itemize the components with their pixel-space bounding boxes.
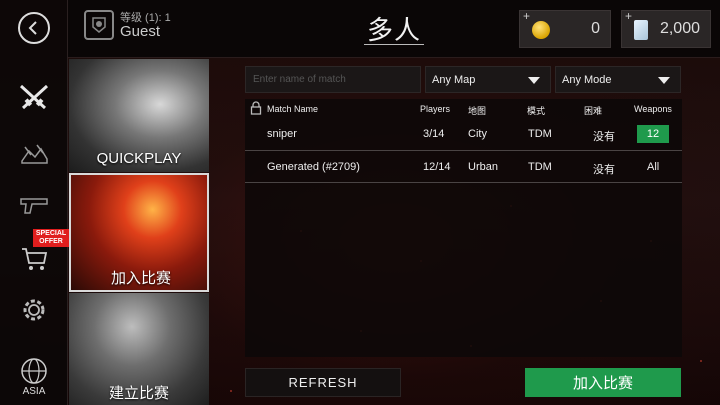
pistol-icon (20, 198, 48, 214)
match-mode: TDM (528, 128, 552, 140)
region-label: ASIA (22, 386, 46, 397)
match-search-field[interactable] (245, 66, 421, 93)
mode-label: 建立比赛 (108, 385, 169, 402)
player-name: Guest (120, 23, 161, 40)
globe-icon (21, 358, 47, 384)
match-difficulty: 没有 (593, 131, 615, 143)
add-cards-icon: + (625, 9, 633, 23)
map-select-value: Any Map (432, 74, 476, 86)
match-map: City (468, 128, 487, 140)
lock-icon (250, 101, 262, 115)
back-button[interactable] (18, 12, 50, 44)
nav-region[interactable] (0, 356, 68, 386)
card-value: 2,000 (659, 20, 700, 37)
nav-armory[interactable] (0, 186, 68, 222)
column-header-map[interactable]: 地图 (468, 104, 486, 117)
chevron-down-icon (658, 77, 670, 84)
match-players: 3/14 (423, 128, 445, 140)
column-header-name[interactable]: Match Name (267, 104, 318, 114)
match-row[interactable]: sniper 3/14 City TDM 没有 12 (245, 119, 682, 151)
ember (700, 360, 702, 362)
card-icon (634, 20, 648, 40)
coin-value: 0 (591, 20, 600, 37)
column-header-weapons[interactable]: Weapons (634, 104, 672, 114)
column-header-difficulty[interactable]: 困难 (584, 104, 602, 117)
match-row[interactable]: Generated (#2709) 12/14 Urban TDM 没有 All (245, 151, 682, 183)
match-mode: TDM (528, 161, 552, 173)
nav-missions[interactable] (0, 134, 68, 174)
special-offer-badge: SPECIAL OFFER (33, 229, 69, 247)
match-search-input[interactable] (246, 67, 420, 92)
match-name: Generated (#2709) (267, 161, 360, 173)
top-bar: 等级 (1): 1 Guest 多人 + 0 + 2,000 (68, 0, 720, 58)
match-weapons: All (647, 161, 660, 173)
left-rail: SPECIAL OFFER ASIA (0, 0, 69, 405)
column-header-mode[interactable]: 模式 (527, 104, 545, 117)
map-select[interactable]: Any Map (425, 66, 551, 93)
skull-emblem-icon (92, 17, 106, 33)
rank-emblem (84, 10, 114, 40)
chevron-left-icon (28, 21, 37, 35)
add-coins-icon: + (523, 9, 531, 23)
match-name: sniper (267, 128, 297, 140)
mode-create-match[interactable]: 建立比赛 (69, 293, 209, 405)
mode-join-match[interactable]: 加入比赛 (69, 173, 209, 292)
title-underline (364, 44, 424, 45)
card-balance[interactable]: + 2,000 (621, 9, 711, 48)
mode-label: QUICKPLAY (96, 150, 182, 167)
mode-quickplay[interactable]: QUICKPLAY (69, 59, 209, 172)
column-header-players[interactable]: Players (420, 104, 450, 114)
coin-balance[interactable]: + 0 (519, 9, 611, 48)
nav-multiplayer[interactable] (0, 74, 68, 120)
ember (230, 390, 232, 392)
join-match-button[interactable]: 加入比赛 (525, 368, 681, 397)
mode-label: 加入比赛 (110, 270, 171, 287)
gear-icon (23, 299, 45, 321)
match-weapons-badge: 12 (637, 125, 669, 143)
profile-summary[interactable]: 等级 (1): 1 Guest (84, 10, 171, 40)
match-map: Urban (468, 161, 498, 173)
mode-select[interactable]: Any Mode (555, 66, 681, 93)
match-difficulty: 没有 (593, 164, 615, 176)
chevron-down-icon (528, 77, 540, 84)
nav-settings[interactable] (0, 292, 68, 328)
page-title: 多人 (367, 15, 422, 45)
gold-coin-icon (532, 21, 550, 39)
match-players: 12/14 (423, 161, 451, 173)
mode-select-value: Any Mode (562, 74, 612, 86)
crossed-rifles-icon (19, 84, 49, 110)
refresh-button[interactable]: REFRESH (245, 368, 401, 397)
map-icon (21, 144, 48, 164)
